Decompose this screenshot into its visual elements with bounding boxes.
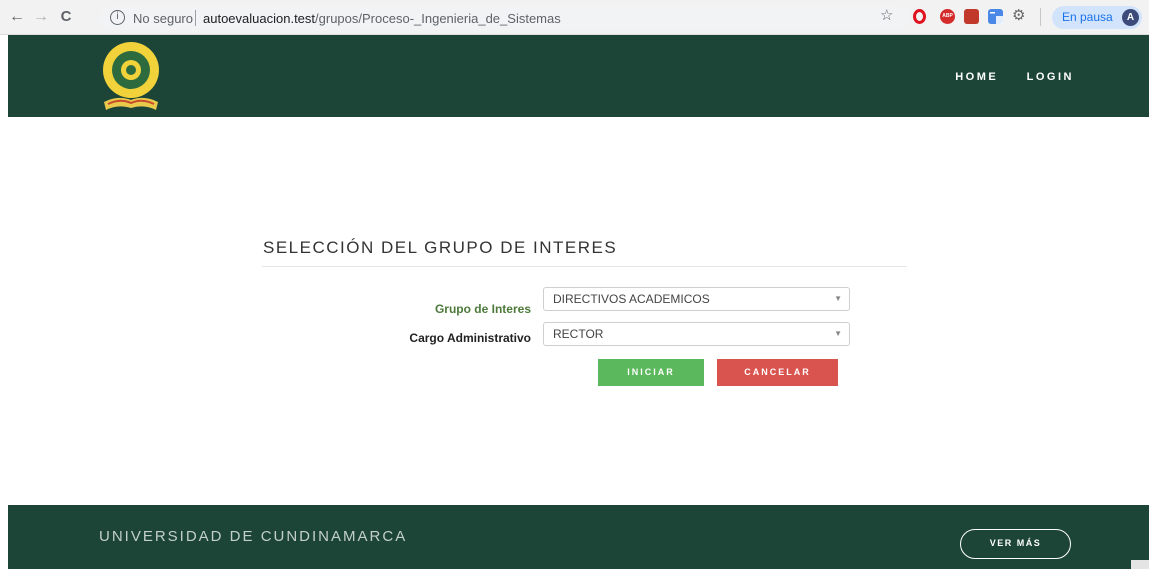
cancel-button[interactable]: CANCELAR bbox=[717, 359, 838, 386]
address-bar[interactable]: i No seguro autoevaluacion.test/grupos/P… bbox=[100, 6, 910, 30]
title-divider bbox=[262, 266, 907, 267]
main-nav: HOME LOGIN bbox=[931, 67, 1074, 85]
red-extension-icon[interactable] bbox=[964, 9, 979, 24]
site-footer: UNIVERSIDAD DE CUNDINAMARCA VER MÁS bbox=[8, 505, 1149, 569]
security-status: No seguro bbox=[133, 11, 193, 26]
omnibox-divider bbox=[195, 10, 196, 26]
footer-title: UNIVERSIDAD DE CUNDINAMARCA bbox=[99, 528, 408, 545]
translate-glyph-icon bbox=[990, 12, 1003, 24]
group-label: Grupo de Interes bbox=[434, 302, 531, 316]
profile-status: En pausa bbox=[1062, 10, 1113, 24]
chevron-down-icon: ▼ bbox=[834, 294, 842, 303]
profile-sync-button[interactable]: En pausa A bbox=[1052, 6, 1142, 29]
url-path: /grupos/Proceso-_Ingenieria_de_Sistemas bbox=[315, 11, 561, 26]
toolbar-divider bbox=[1040, 8, 1041, 26]
cargo-select[interactable]: RECTOR ▼ bbox=[543, 322, 850, 346]
url-text[interactable]: autoevaluacion.test/grupos/Proceso-_Inge… bbox=[203, 11, 561, 26]
group-select-value: DIRECTIVOS ACADEMICOS bbox=[553, 292, 710, 306]
reload-icon[interactable]: C bbox=[57, 8, 75, 26]
start-button[interactable]: INICIAR bbox=[598, 359, 704, 386]
cargo-label: Cargo Administrativo bbox=[409, 331, 531, 345]
cargo-select-value: RECTOR bbox=[553, 327, 604, 341]
url-host: autoevaluacion.test bbox=[203, 11, 316, 26]
university-seal-icon[interactable] bbox=[98, 40, 166, 112]
group-select[interactable]: DIRECTIVOS ACADEMICOS ▼ bbox=[543, 287, 850, 311]
scrollbar-corner bbox=[1131, 560, 1149, 569]
chevron-down-icon: ▼ bbox=[834, 329, 842, 338]
nav-login-link[interactable]: LOGIN bbox=[1027, 71, 1074, 83]
see-more-button[interactable]: VER MÁS bbox=[960, 529, 1071, 559]
nav-home-link[interactable]: HOME bbox=[955, 71, 998, 83]
gear-icon[interactable]: ⚙ bbox=[1012, 7, 1028, 24]
page-title: SELECCIÓN DEL GRUPO DE INTERES bbox=[263, 238, 618, 257]
info-icon[interactable]: i bbox=[110, 10, 125, 25]
avatar: A bbox=[1122, 9, 1139, 26]
browser-toolbar: ← → C i No seguro autoevaluacion.test/gr… bbox=[0, 0, 1149, 35]
google-translate-icon[interactable] bbox=[988, 9, 1003, 24]
adblock-plus-icon[interactable]: ABP bbox=[940, 9, 955, 24]
bookmark-star-icon[interactable]: ☆ bbox=[880, 7, 893, 25]
opera-icon[interactable] bbox=[913, 9, 926, 24]
forward-icon[interactable]: → bbox=[32, 8, 50, 26]
site-header: HOME LOGIN bbox=[8, 35, 1149, 117]
back-icon[interactable]: ← bbox=[8, 8, 26, 26]
